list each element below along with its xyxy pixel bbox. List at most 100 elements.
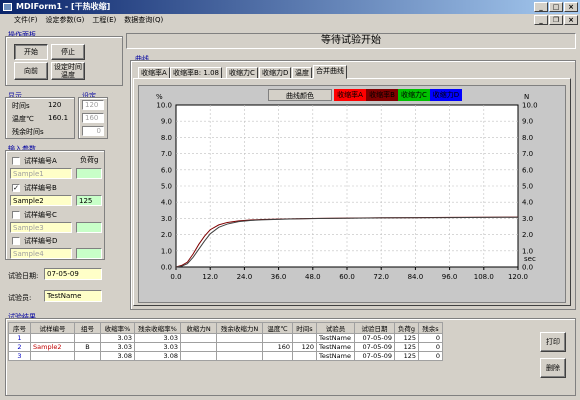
results-col-header[interactable]: 序号: [8, 322, 31, 334]
results-cell: 07-05-09: [354, 351, 395, 361]
x-tick-label: 36.0: [271, 273, 287, 281]
results-cell: 160: [262, 342, 293, 352]
test-date-label: 试验日期:: [8, 272, 39, 280]
results-col-header[interactable]: 试验日期: [354, 322, 395, 334]
results-cell: TestName: [316, 333, 355, 343]
y-tick-label-right: 5.0: [522, 183, 533, 191]
results-col-header[interactable]: 试样编号: [30, 322, 75, 334]
results-cell: 3.03: [100, 342, 135, 352]
results-col-header[interactable]: 负荷g: [394, 322, 419, 334]
results-col-header[interactable]: 组号: [74, 322, 101, 334]
x-tick-label: 12.0: [202, 273, 218, 281]
stop-button[interactable]: 停止: [51, 44, 85, 60]
tab-combined[interactable]: 合并曲线: [313, 65, 347, 79]
temp-setpoint[interactable]: 160: [82, 113, 104, 123]
menu-query[interactable]: 数据查询(Q): [124, 14, 163, 26]
x-tick-label: 120.0: [508, 273, 528, 281]
sample-b-load-field[interactable]: 125: [76, 195, 102, 206]
window-controls: _ □ ×: [534, 2, 578, 12]
sample-a-load-field[interactable]: [76, 168, 102, 179]
results-cell: 125: [394, 351, 419, 361]
sample-c-checkbox[interactable]: [12, 211, 20, 219]
sample-d-checkbox[interactable]: [12, 237, 20, 245]
sample-a-checkbox[interactable]: [12, 157, 20, 165]
results-table[interactable]: 序号 试样编号 组号 收缩率% 残余收缩率% 收缩力N 残余收缩力N 温度℃ 时间s 试验员 试验日…: [8, 322, 443, 361]
maximize-button[interactable]: □: [549, 2, 563, 12]
y-tick-label-right: 4.0: [522, 199, 533, 207]
close-button[interactable]: ×: [564, 2, 578, 12]
results-col-header[interactable]: 残余收缩力N: [216, 322, 263, 334]
results-cell: 07-05-09: [354, 342, 395, 352]
temp-value: 160.1: [48, 114, 69, 122]
results-cell: 125: [394, 333, 419, 343]
results-row[interactable]: 2 Sample2 B 3.03 3.03 160 120 TestName 07-05-09 1…: [8, 342, 443, 352]
results-cell: 3.03: [100, 333, 135, 343]
results-cell: [180, 342, 217, 352]
x-tick-label: 96.0: [442, 273, 458, 281]
results-col-header[interactable]: 试验员: [316, 322, 355, 334]
sample-d-load-field[interactable]: [76, 248, 102, 259]
results-col-header[interactable]: 温度℃: [262, 322, 293, 334]
results-cell: Sample2: [30, 342, 75, 352]
menu-file[interactable]: 文件(F): [14, 14, 38, 26]
time-setpoint[interactable]: 120: [82, 100, 104, 110]
window-title: MDIForm1 - [干热收缩]: [16, 2, 111, 11]
sample-c-load-field[interactable]: [76, 222, 102, 233]
results-cell: [180, 351, 217, 361]
y-tick-label-right: 8.0: [522, 134, 533, 142]
sample-b-name-field[interactable]: Sample2: [10, 195, 72, 206]
sample-a-name-field[interactable]: Sample1: [10, 168, 72, 179]
results-cell: [30, 351, 75, 361]
set-time-temp-button[interactable]: 设定时间温度: [51, 62, 85, 80]
y-tick-label-left: 1.0: [161, 247, 172, 255]
child-restore-button[interactable]: ❐: [549, 15, 563, 25]
y-tick-label-right: 0.0: [522, 264, 533, 272]
results-row[interactable]: 1 3.03 3.03 TestName 07-05-09 125 0: [8, 333, 443, 343]
delete-button[interactable]: 删除: [540, 358, 566, 378]
forward-button[interactable]: 向前: [14, 62, 48, 80]
child-window-controls: _ ❐ ×: [534, 15, 578, 25]
start-button[interactable]: 开始: [14, 44, 48, 60]
child-close-button[interactable]: ×: [564, 15, 578, 25]
y-tick-label-left: 7.0: [161, 150, 172, 158]
menu-project[interactable]: 工程(E): [92, 14, 116, 26]
status-display: 等待试验开始: [126, 33, 576, 49]
y-tick-label-right: 10.0: [522, 102, 538, 110]
results-header-row: 序号 试样编号 组号 收缩率% 残余收缩率% 收缩力N 残余收缩力N 温度℃ 时间s 试验员 试验日…: [8, 322, 443, 334]
x-tick-label: 48.0: [305, 273, 321, 281]
y-tick-label-left: 10.0: [156, 102, 172, 110]
tester-label: 试验员:: [8, 294, 32, 302]
sample-d-name-field[interactable]: Sample4: [10, 248, 72, 259]
results-col-header[interactable]: 时间s: [292, 322, 317, 334]
y-tick-label-left: 9.0: [161, 118, 172, 126]
results-col-header[interactable]: 残余收缩率%: [134, 322, 181, 334]
child-minimize-button[interactable]: _: [534, 15, 548, 25]
y-tick-label-left: 4.0: [161, 199, 172, 207]
title-bar[interactable]: MDIForm1 - [干热收缩] _ □ ×: [0, 0, 580, 14]
results-cell: 3.03: [134, 333, 181, 343]
sample-c-name-field[interactable]: Sample3: [10, 222, 72, 233]
remaining-setpoint[interactable]: 0: [82, 126, 104, 136]
y-tick-label-left: 6.0: [161, 166, 172, 174]
sample-b-checkbox[interactable]: ✓: [12, 184, 20, 192]
y-tick-label-right: 6.0: [522, 166, 533, 174]
results-cell: [216, 351, 263, 361]
y-tick-label-left: 3.0: [161, 215, 172, 223]
print-button[interactable]: 打印: [540, 332, 566, 352]
minimize-button[interactable]: _: [534, 2, 548, 12]
results-row[interactable]: 3 3.08 3.08 TestName 07-05-09 125 0: [8, 351, 443, 361]
y-tick-label-left: 8.0: [161, 134, 172, 142]
results-col-header[interactable]: 残余s: [418, 322, 443, 334]
tester-field[interactable]: TestName: [44, 290, 102, 302]
x-tick-label: 60.0: [339, 273, 355, 281]
results-col-header[interactable]: 收缩率%: [100, 322, 135, 334]
menu-bar: 文件(F) 设定参数(G) 工程(E) 数据查询(Q): [0, 14, 580, 26]
y-tick-label-right: 2.0: [522, 231, 533, 239]
menu-settings[interactable]: 设定参数(G): [46, 14, 85, 26]
results-col-header[interactable]: 收缩力N: [180, 322, 217, 334]
results-cell: [74, 351, 101, 361]
results-cell: 3.08: [100, 351, 135, 361]
y-tick-label-left: 5.0: [161, 183, 172, 191]
test-date-field[interactable]: 07-05-09: [44, 268, 102, 280]
results-cell: [292, 333, 317, 343]
